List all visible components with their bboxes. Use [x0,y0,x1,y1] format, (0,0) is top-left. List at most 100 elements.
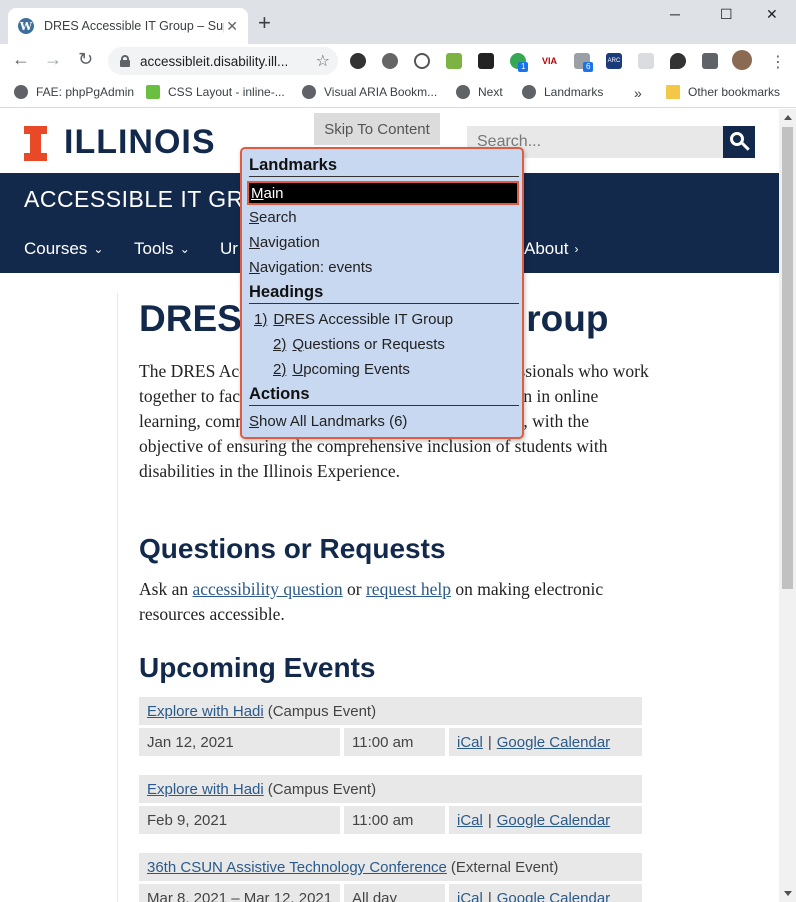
nav-tools[interactable]: Tools ⌄ [134,239,190,259]
extension-flame-icon[interactable] [670,53,686,69]
bookmark-item[interactable]: FAE: phpPgAdmin [14,85,134,99]
headings-section-heading: Headings [249,283,519,304]
scroll-down-arrow-icon[interactable] [784,891,792,896]
browser-tab[interactable]: W DRES Accessible IT Group – Supp ✕ [8,8,248,44]
bookmark-star-icon[interactable]: ☆ [316,51,330,71]
event-item: Explore with Hadi (Campus Event) Jan 12, … [139,697,642,756]
extension-badge: 6 [583,62,594,72]
scrollbar-thumb[interactable] [782,127,793,589]
landmarks-section-heading: Landmarks [249,156,519,177]
other-bookmarks-folder[interactable]: Other bookmarks [666,85,780,99]
extension-w-icon[interactable] [414,53,430,69]
bookmark-item[interactable]: Visual ARIA Bookm... [302,85,437,99]
extension-contrast-icon[interactable] [350,53,366,69]
folder-icon [666,85,680,99]
extension-via-icon[interactable]: VIA [542,53,558,69]
event-title-link[interactable]: Explore with Hadi [147,781,264,798]
request-help-link[interactable]: request help [366,579,451,599]
css-layout-icon [146,85,160,99]
event-type: (Campus Event) [267,780,377,798]
bookmark-label: Landmarks [544,85,604,99]
heading-item[interactable]: 2) Questions or Requests [273,336,445,353]
globe-icon [302,85,316,99]
nav-label: Courses [24,239,88,258]
nav-about[interactable]: About › [524,239,578,259]
event-calendar-links: iCal | Google Calendar [449,728,642,756]
chevron-down-icon: ⌄ [93,242,104,256]
bookmark-label: Other bookmarks [688,85,781,99]
google-calendar-link[interactable]: Google Calendar [497,890,610,902]
bookmark-item[interactable]: Next [456,85,503,99]
lock-icon[interactable] [120,55,130,67]
accessibility-question-link[interactable]: accessibility question [192,579,342,599]
bookmark-label: Next [478,85,503,99]
page-scrollbar[interactable] [779,109,796,902]
event-title-link[interactable]: Explore with Hadi [147,703,264,720]
back-arrow-icon[interactable]: ← [12,50,30,68]
maximize-button[interactable]: ☐ [720,6,733,23]
nav-ur[interactable]: Ur [220,239,238,259]
close-tab-icon[interactable]: ✕ [226,18,238,35]
event-calendar-links: iCal | Google Calendar [449,806,642,834]
google-calendar-link[interactable]: Google Calendar [497,812,610,829]
close-window-button[interactable]: ✕ [766,6,778,23]
minimize-button[interactable]: ─ [670,6,680,22]
extension-arc-icon[interactable]: ARC [606,53,622,69]
skip-to-content-link[interactable]: Skip To Content [314,113,440,145]
forward-arrow-icon[interactable]: → [44,50,62,68]
heading-item[interactable]: 1) D RES Accessible IT Group [254,311,453,328]
events-heading: Upcoming Events [139,652,376,683]
event-time: 11:00 am [344,806,445,834]
event-date: Jan 12, 2021 [139,728,340,756]
google-calendar-link[interactable]: Google Calendar [497,734,610,751]
bookmark-label: Visual ARIA Bookm... [324,85,438,99]
nav-courses[interactable]: Courses ⌄ [24,239,103,259]
ical-link[interactable]: iCal [457,812,483,829]
extension-copy-icon[interactable] [638,53,654,69]
heading-item[interactable]: 2) Upcoming Events [273,361,410,378]
ical-link[interactable]: iCal [457,734,483,751]
bookmark-item[interactable]: Landmarks [522,85,603,99]
bookmarks-overflow-button[interactable]: » [634,85,642,101]
url-text: accessibleit.disability.ill... [140,53,289,69]
extension-puzzle-green-icon[interactable] [446,53,462,69]
questions-paragraph: Ask an accessibility question or request… [139,579,604,624]
event-item: 36th CSUN Assistive Technology Conferenc… [139,853,642,902]
landmark-main[interactable]: Main [247,181,519,205]
address-bar[interactable]: accessibleit.disability.ill... ☆ [108,47,338,75]
block-i-logo-icon[interactable] [24,126,47,161]
new-tab-button[interactable]: + [258,12,271,34]
bookmark-label: CSS Layout - inline-... [168,85,285,99]
event-type: (External Event) [450,858,559,876]
scroll-up-arrow-icon[interactable] [784,115,792,120]
landmark-navigation-events[interactable]: Navigation: events [249,259,372,276]
illinois-wordmark[interactable]: ILLINOIS [64,123,216,162]
questions-heading: Questions or Requests [139,533,446,564]
globe-icon [456,85,470,99]
event-time: 11:00 am [344,728,445,756]
globe-icon [522,85,536,99]
nav-label: Tools [134,239,174,258]
site-search-button[interactable] [723,126,755,158]
ical-link[interactable]: iCal [457,890,483,902]
nav-label: About [524,239,569,258]
landmark-search[interactable]: Search [249,209,297,226]
browser-menu-icon[interactable]: ⋮ [770,52,786,72]
extensions-puzzle-icon[interactable] [702,53,718,69]
bookmark-item[interactable]: CSS Layout - inline-... [146,85,285,99]
landmarks-popup: Landmarks Main Search Navigation Navigat… [240,147,524,439]
extension-eye-icon[interactable] [478,53,494,69]
show-all-landmarks-action[interactable]: Show All Landmarks (6) [249,413,407,430]
actions-section-heading: Actions [249,385,519,406]
event-time: All day [344,884,445,902]
landmark-navigation[interactable]: Navigation [249,234,320,251]
reload-icon[interactable]: ↻ [78,50,93,68]
event-title-link[interactable]: 36th CSUN Assistive Technology Conferenc… [147,859,447,876]
extension-circle-icon[interactable] [382,53,398,69]
profile-avatar[interactable] [732,50,752,70]
browser-toolbar: ← → ↻ accessibleit.disability.ill... ☆ 1… [0,44,796,78]
extension-badge: 1 [518,62,529,72]
nav-label: Ur [220,239,238,258]
bookmarks-bar: FAE: phpPgAdmin CSS Layout - inline-... … [0,78,796,108]
chevron-right-icon: › [574,242,579,256]
